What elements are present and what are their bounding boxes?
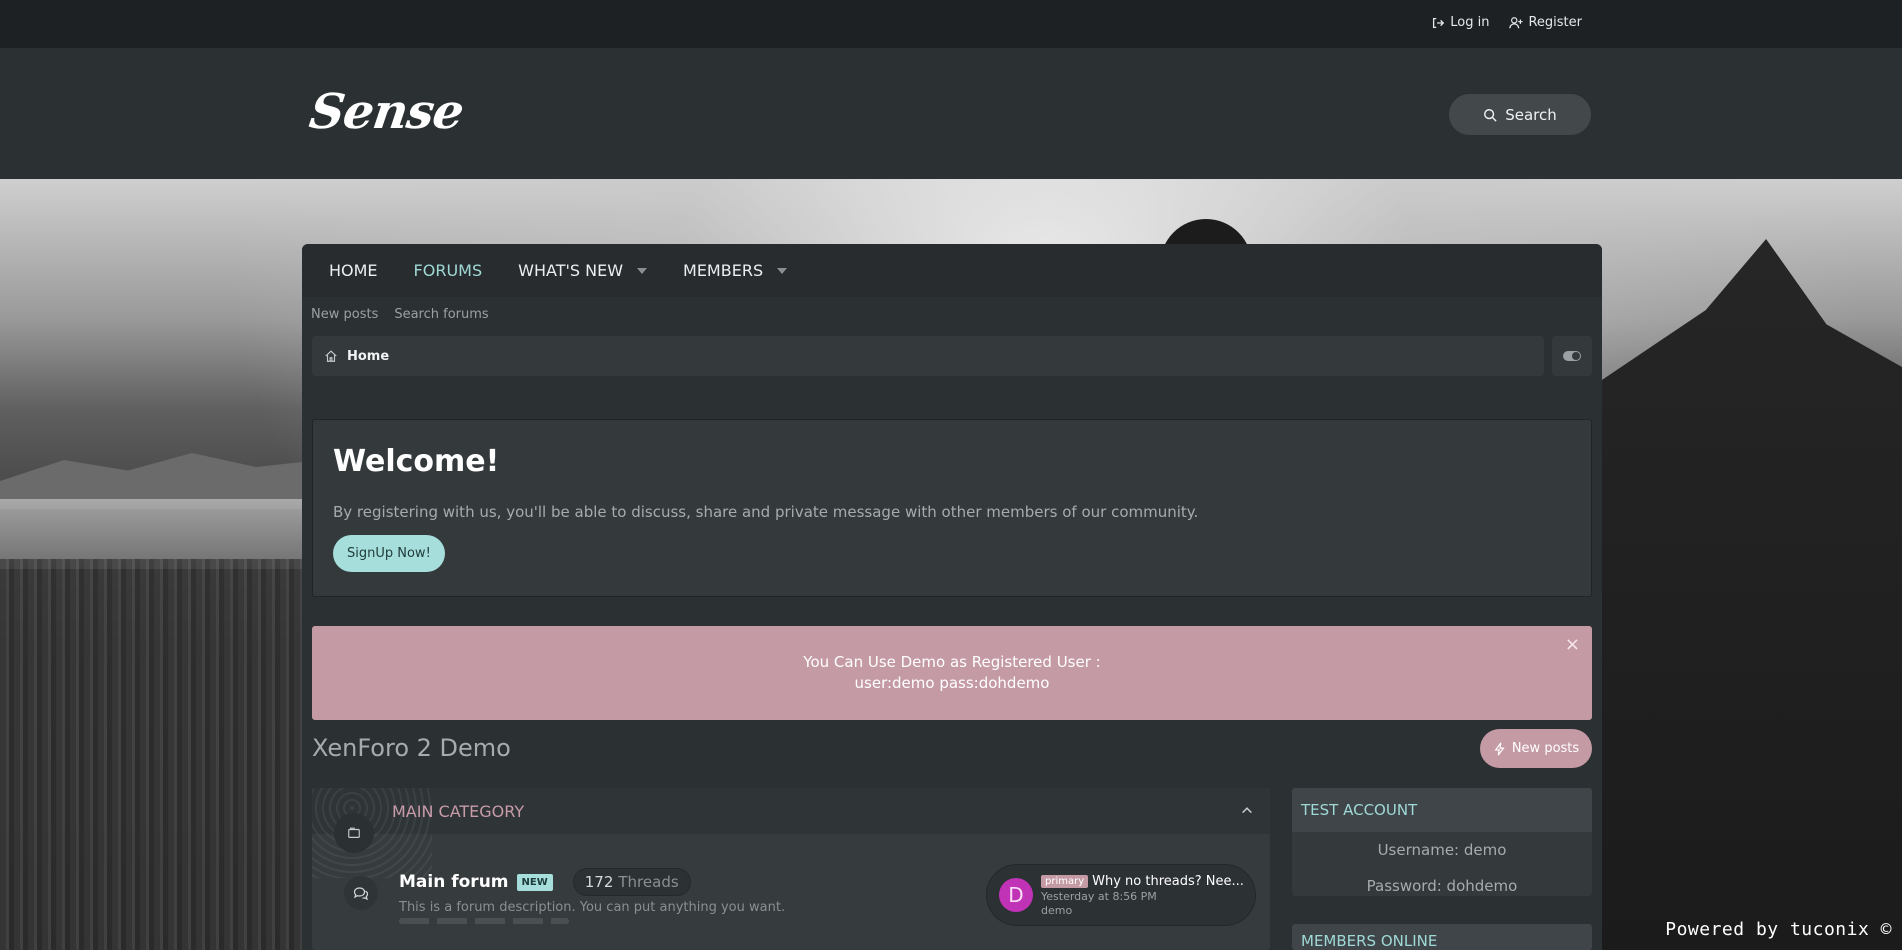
welcome-text: By registering with us, you'll be able t… <box>333 503 1199 521</box>
threads-count-pill: 172 Threads <box>572 868 691 896</box>
hero-mountain <box>1600 239 1902 950</box>
tab-members-label: MEMBERS <box>683 261 764 280</box>
latest-post-text: primary Why no threads? Nee... Yesterday… <box>1041 874 1244 917</box>
main-nav: HOME FORUMS WHAT'S NEW MEMBERS <box>302 244 1602 297</box>
avatar[interactable]: D <box>999 878 1033 912</box>
forum-name[interactable]: Main forum <box>399 872 509 892</box>
powered-by-footer[interactable]: Powered by tuconix © <box>1665 919 1892 940</box>
latest-post[interactable]: D primary Why no threads? Nee... Yesterd… <box>986 864 1256 926</box>
chevron-up-icon[interactable] <box>1240 802 1254 821</box>
site-logo[interactable]: Sense <box>306 84 467 140</box>
welcome-notice: Welcome! By registering with us, you'll … <box>312 419 1592 597</box>
notice-line-1: You Can Use Demo as Registered User : <box>803 653 1101 671</box>
site-header: Sense Search <box>0 48 1902 179</box>
bolt-icon <box>1493 742 1507 756</box>
category-title[interactable]: MAIN CATEGORY <box>392 802 524 821</box>
notice-line-2: user:demo pass:dohdemo <box>854 674 1050 692</box>
forum-description: This is a forum description. You can put… <box>399 900 786 915</box>
forum-title-row: Main forum NEW 172 Threads <box>399 868 691 896</box>
page-title: XenForo 2 Demo <box>312 734 511 762</box>
login-link[interactable]: Log in <box>1431 15 1489 30</box>
forum-subforum-placeholder <box>399 918 569 924</box>
subnav-search-forums[interactable]: Search forums <box>394 307 488 322</box>
thread-prefix: primary <box>1041 874 1089 888</box>
tab-whats-new[interactable]: WHAT'S NEW <box>518 261 648 280</box>
category-block: MAIN CATEGORY Main forum NEW 172 Threads… <box>312 788 1270 950</box>
search-button[interactable]: Search <box>1449 94 1591 135</box>
signup-button[interactable]: SignUp Now! <box>333 535 445 572</box>
breadcrumb-row: Home <box>312 336 1592 376</box>
category-header: MAIN CATEGORY <box>312 788 1270 878</box>
latest-post-title[interactable]: Why no threads? Nee... <box>1092 874 1244 889</box>
user-plus-icon <box>1509 16 1524 30</box>
test-account-username: Username: demo <box>1377 841 1507 859</box>
login-label: Log in <box>1450 15 1490 30</box>
main-container: HOME FORUMS WHAT'S NEW MEMBERS New posts… <box>302 244 1602 950</box>
new-posts-label: New posts <box>1511 741 1580 756</box>
tab-forums[interactable]: FORUMS <box>414 261 483 280</box>
tab-forums-label: FORUMS <box>413 261 483 280</box>
login-icon <box>1431 16 1445 30</box>
latest-post-user[interactable]: demo <box>1041 904 1244 917</box>
latest-post-time[interactable]: Yesterday at 8:56 PM <box>1041 890 1244 903</box>
threads-label: Threads <box>618 873 679 891</box>
style-toggle-button[interactable] <box>1552 336 1592 376</box>
hero-city <box>0 559 320 950</box>
top-bar: Log in Register <box>0 0 1902 48</box>
toggle-icon <box>1563 351 1581 361</box>
test-account-password: Password: dohdemo <box>1366 877 1518 895</box>
home-icon <box>324 349 338 363</box>
caret-down-icon[interactable] <box>777 267 788 274</box>
threads-count: 172 <box>584 873 614 891</box>
search-icon <box>1483 108 1497 122</box>
new-posts-button[interactable]: New posts <box>1480 729 1592 768</box>
new-badge: NEW <box>516 873 553 891</box>
tab-whats-new-label: WHAT'S NEW <box>518 261 624 280</box>
breadcrumb: Home <box>312 336 1544 376</box>
caret-down-icon[interactable] <box>637 267 648 274</box>
members-online-title: MEMBERS ONLINE <box>1292 924 1592 950</box>
demo-notice: × You Can Use Demo as Registered User : … <box>312 626 1592 720</box>
test-account-block: TEST ACCOUNT Username: demo Password: do… <box>1292 788 1592 896</box>
welcome-title: Welcome! <box>333 444 500 479</box>
subnav-new-posts[interactable]: New posts <box>311 307 378 322</box>
forum-row: Main forum NEW 172 Threads This is a for… <box>312 834 1270 950</box>
latest-post-title-row: primary Why no threads? Nee... <box>1041 874 1244 889</box>
test-account-title: TEST ACCOUNT <box>1292 788 1592 832</box>
sub-nav: New posts Search forums <box>302 297 1602 332</box>
tab-home[interactable]: HOME <box>329 261 378 280</box>
tab-members[interactable]: MEMBERS <box>683 261 788 280</box>
register-label: Register <box>1528 15 1582 30</box>
register-link[interactable]: Register <box>1509 15 1582 30</box>
tab-home-label: HOME <box>329 261 378 280</box>
members-online-block: MEMBERS ONLINE <box>1292 924 1592 950</box>
breadcrumb-home[interactable]: Home <box>347 349 389 364</box>
account-links: Log in Register <box>1431 15 1582 30</box>
chat-bubbles-icon <box>344 876 378 910</box>
search-label: Search <box>1505 105 1557 124</box>
close-icon[interactable]: × <box>1565 634 1580 655</box>
